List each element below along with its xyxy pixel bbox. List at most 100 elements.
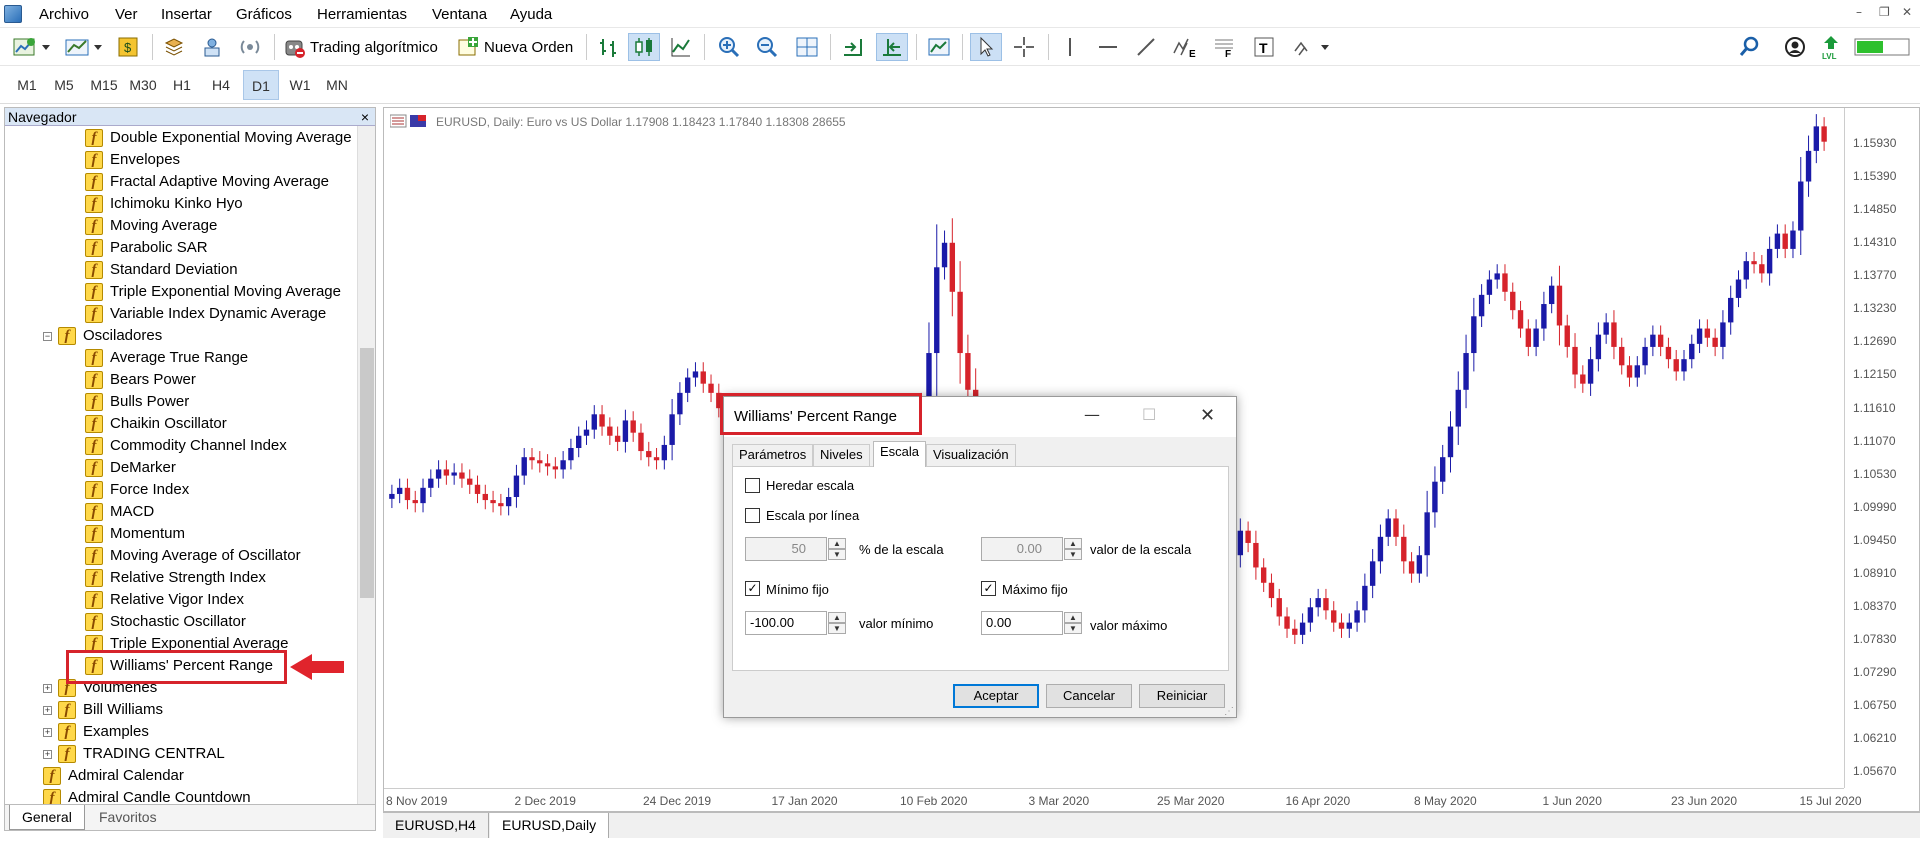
min-fixed-checkbox[interactable]: ✓ (745, 581, 760, 596)
spin-down-icon[interactable]: ▼ (828, 549, 846, 560)
menu-ayuda[interactable]: Ayuda (510, 6, 552, 23)
tf-w1[interactable]: W1 (282, 70, 318, 100)
shapes-menu-icon[interactable] (1290, 33, 1332, 61)
zoom-in-icon[interactable] (714, 33, 744, 61)
profiles-icon[interactable] (62, 33, 106, 61)
nav-item[interactable]: f Chaikin Oscillator (85, 413, 227, 435)
expand-icon[interactable]: + (43, 749, 52, 759)
chart-shift-icon[interactable] (876, 33, 908, 61)
collapse-icon[interactable]: − (43, 331, 52, 341)
menu-insertar[interactable]: Insertar (161, 6, 212, 23)
text-tool-icon[interactable]: T (1250, 33, 1278, 61)
nav-item[interactable]: f Moving Average (85, 215, 217, 237)
tf-d1[interactable]: D1 (243, 70, 279, 100)
nav-item[interactable]: f Average True Range (85, 347, 248, 369)
menu-ventana[interactable]: Ventana (432, 6, 487, 23)
max-fixed-checkbox[interactable]: ✓ (981, 581, 996, 596)
nav-item[interactable]: f Force Index (85, 479, 189, 501)
horizontal-line-icon[interactable] (1094, 33, 1122, 61)
scale-value-stepper[interactable]: 0.00 ▲ ▼ (981, 537, 1082, 561)
templates-icon[interactable] (924, 33, 954, 61)
tab-visualizacion[interactable]: Visualización (926, 444, 1016, 466)
search-icon[interactable] (1736, 33, 1762, 61)
cancel-button[interactable]: Cancelar (1046, 684, 1132, 708)
crosshair-tool-icon[interactable] (1008, 33, 1040, 61)
menu-archivo[interactable]: Archivo (39, 6, 89, 23)
scale-per-line-checkbox[interactable] (745, 508, 760, 523)
menu-graficos[interactable]: Gráficos (236, 6, 292, 23)
nav-item[interactable]: f Stochastic Oscillator (85, 611, 246, 633)
bar-chart-icon[interactable] (594, 33, 624, 61)
spin-down-icon[interactable]: ▼ (1064, 549, 1082, 560)
time-scale[interactable]: 8 Nov 2019 2 Dec 2019 24 Dec 2019 17 Jan 20… (384, 788, 1862, 813)
nav-item[interactable]: f Commodity Channel Index (85, 435, 287, 457)
spin-up-icon[interactable]: ▲ (828, 538, 846, 549)
tile-windows-icon[interactable] (792, 33, 822, 61)
nav-item[interactable]: f Double Exponential Moving Average (85, 127, 352, 149)
nav-item[interactable]: f MACD (85, 501, 154, 523)
nav-item[interactable]: f Variable Index Dynamic Average (85, 303, 326, 325)
fibonacci-icon[interactable]: F (1210, 33, 1238, 61)
tf-m5[interactable]: M5 (46, 70, 82, 100)
max-value-stepper[interactable]: 0.00 ▲ ▼ (981, 611, 1082, 635)
nav-item[interactable]: f Triple Exponential Moving Average (85, 281, 341, 303)
cursor-tool-icon[interactable] (970, 33, 1002, 61)
nav-folder[interactable]: + f Bill Williams (43, 699, 163, 721)
navigator-scroll-thumb[interactable] (360, 348, 374, 598)
expand-icon[interactable]: + (43, 727, 52, 737)
tf-m1[interactable]: M1 (9, 70, 45, 100)
resize-grip-icon[interactable]: ⋰ (1224, 706, 1234, 717)
new-order-button[interactable]: Nueva Orden (456, 33, 578, 61)
navigator-close-icon[interactable]: × (361, 108, 369, 126)
nav-item[interactable]: f DeMarker (85, 457, 176, 479)
nav-item[interactable]: f Bulls Power (85, 391, 189, 413)
navigator-scrollbar[interactable] (357, 126, 375, 806)
nav-item[interactable]: f Moving Average of Oscillator (85, 545, 301, 567)
elliott-wave-icon[interactable]: E (1170, 33, 1200, 61)
minimize-icon[interactable]: – (1856, 5, 1862, 19)
nav-item[interactable]: f Relative Strength Index (85, 567, 266, 589)
expand-icon[interactable]: + (43, 683, 52, 693)
algo-trading-button[interactable]: Trading algorítmico (282, 33, 452, 61)
nav-folder[interactable]: + f Examples (43, 721, 149, 743)
candlestick-chart-icon[interactable] (628, 33, 660, 61)
nav-item[interactable]: f Standard Deviation (85, 259, 238, 281)
spin-up-icon[interactable]: ▲ (828, 612, 846, 623)
spin-down-icon[interactable]: ▼ (1064, 623, 1082, 634)
chart-tab-h4[interactable]: EURUSD,H4 (383, 813, 489, 838)
market-watch-icon[interactable]: $ (114, 33, 142, 61)
dialog-close-icon[interactable]: ✕ (1200, 405, 1215, 426)
tab-favoritos[interactable]: Favoritos (87, 805, 169, 830)
nav-item[interactable]: f Relative Vigor Index (85, 589, 244, 611)
nav-item[interactable]: f Fractal Adaptive Moving Average (85, 171, 329, 193)
nav-folder[interactable]: + f TRADING CENTRAL (43, 743, 225, 765)
chart-tab-daily[interactable]: EURUSD,Daily (490, 813, 610, 838)
signals-icon[interactable] (236, 33, 264, 61)
new-chart-icon[interactable] (10, 33, 54, 61)
navigator-icon[interactable] (198, 33, 226, 61)
nav-item[interactable]: f Bears Power (85, 369, 196, 391)
nav-folder[interactable]: − f Osciladores (43, 325, 162, 347)
nav-item[interactable]: f Envelopes (85, 149, 180, 171)
zoom-out-icon[interactable] (752, 33, 782, 61)
restore-icon[interactable]: ❐ (1879, 5, 1890, 19)
tab-parametros[interactable]: Parámetros (732, 444, 814, 466)
tf-m15[interactable]: M15 (86, 70, 122, 100)
tf-m30[interactable]: M30 (125, 70, 161, 100)
reset-button[interactable]: Reiniciar (1139, 684, 1225, 708)
line-chart-icon[interactable] (666, 33, 696, 61)
inherit-scale-checkbox[interactable] (745, 478, 760, 493)
trend-line-icon[interactable] (1132, 33, 1160, 61)
nav-item[interactable]: f Ichimoku Kinko Hyo (85, 193, 243, 215)
min-value-stepper[interactable]: -100.00 ▲ ▼ (745, 611, 846, 635)
expand-icon[interactable]: + (43, 705, 52, 715)
tab-general[interactable]: General (9, 805, 85, 830)
tf-h1[interactable]: H1 (164, 70, 200, 100)
price-scale[interactable]: 1.15930 1.15390 1.14850 1.14310 1.13770 1.132… (1844, 108, 1920, 788)
tf-h4[interactable]: H4 (203, 70, 239, 100)
dialog-minimize-icon[interactable]: — (1084, 405, 1100, 424)
menu-ver[interactable]: Ver (115, 6, 138, 23)
accept-button[interactable]: Aceptar (953, 684, 1039, 708)
spin-up-icon[interactable]: ▲ (1064, 538, 1082, 549)
nav-item[interactable]: f Parabolic SAR (85, 237, 208, 259)
